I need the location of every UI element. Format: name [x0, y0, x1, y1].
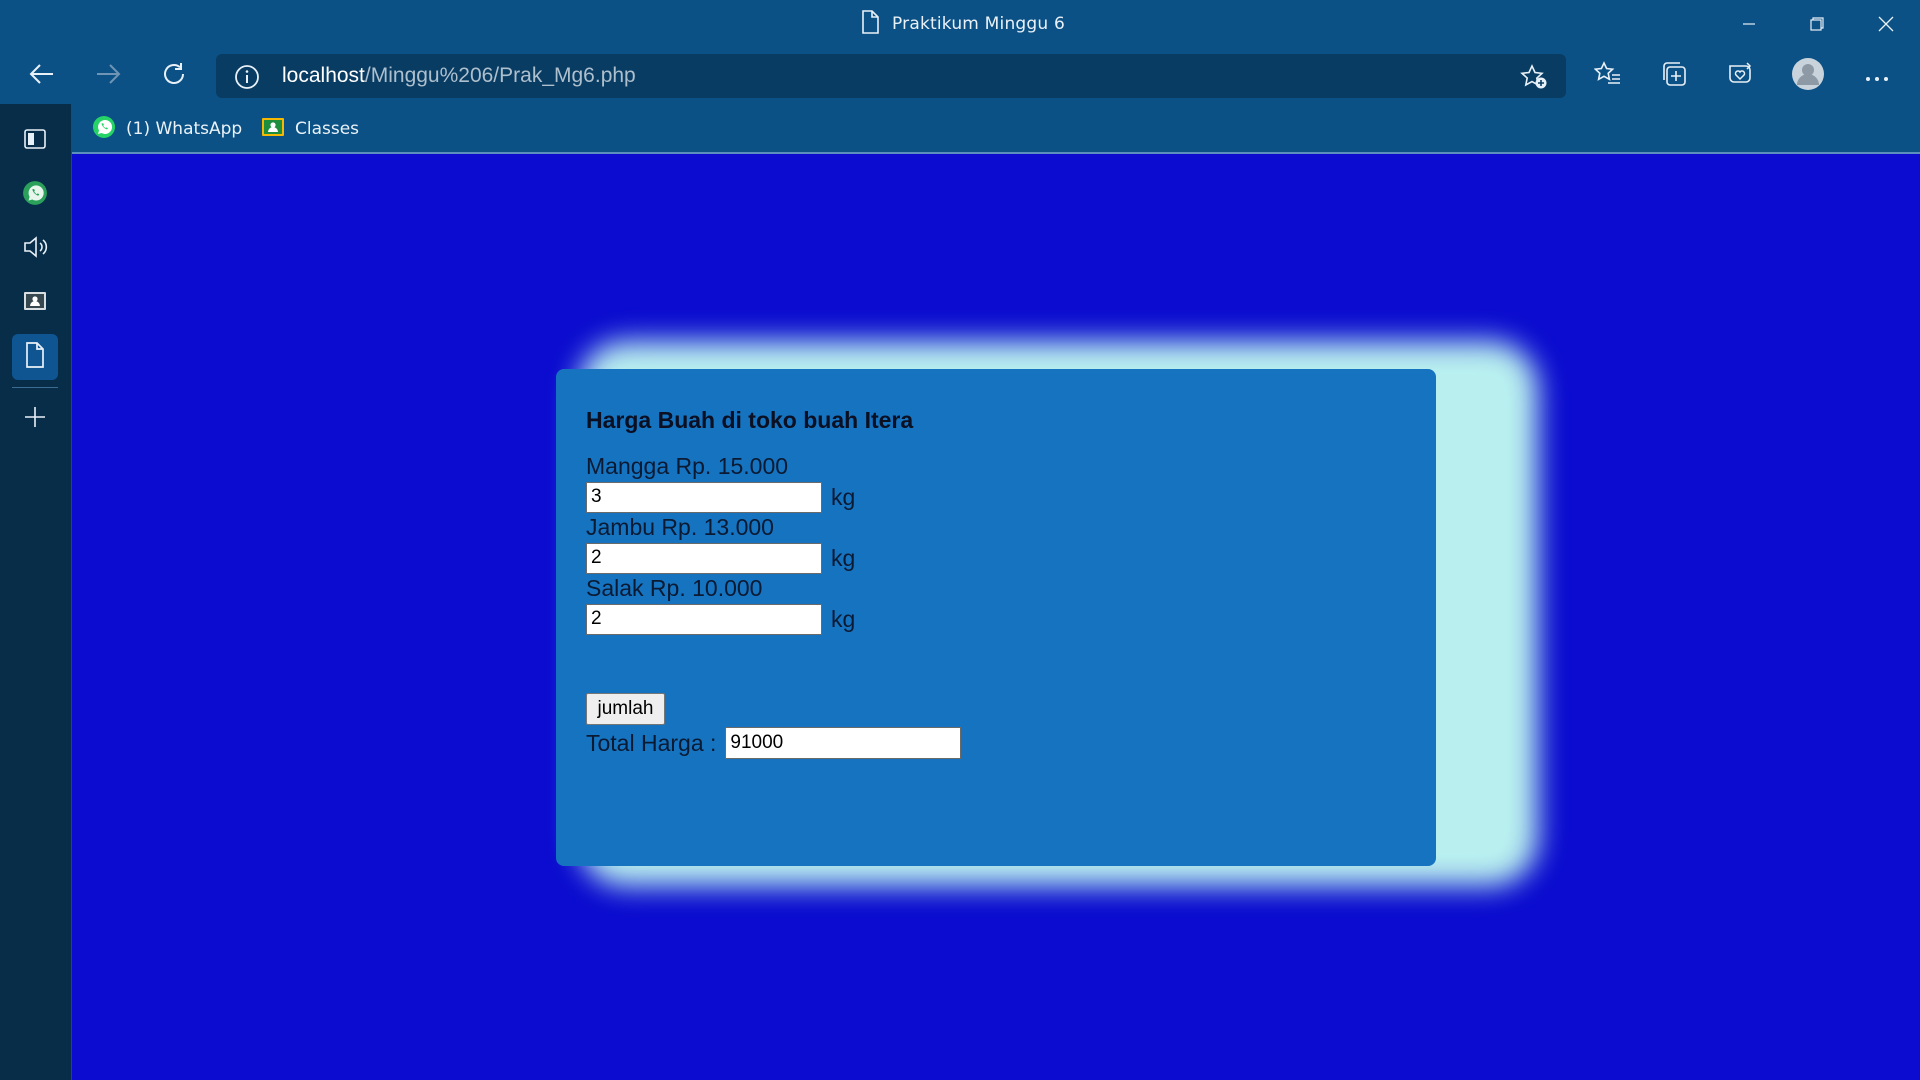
- sidebar: [0, 104, 72, 1080]
- fruit-label-mangga: Mangga Rp. 15.000: [586, 453, 789, 479]
- forward-arrow-icon: [95, 63, 121, 89]
- browser-toolbar: localhost/Minggu%206/Prak_Mg6.php: [0, 48, 1920, 104]
- fruit-label-salak: Salak Rp. 10.000: [586, 575, 763, 601]
- favorites-button[interactable]: [1586, 56, 1630, 96]
- close-icon: [1878, 16, 1894, 32]
- tab-actions-icon: [23, 127, 47, 155]
- whatsapp-icon: [92, 115, 116, 144]
- more-icon: [1865, 67, 1889, 86]
- window-title: Praktikum Minggu 6: [860, 10, 1065, 38]
- qty-input-salak[interactable]: [586, 603, 822, 635]
- address-bar[interactable]: localhost/Minggu%206/Prak_Mg6.php: [216, 54, 1566, 98]
- speaker-icon: [22, 234, 48, 264]
- jumlah-button[interactable]: jumlah: [586, 693, 665, 725]
- refresh-icon: [161, 61, 187, 91]
- title-bar: Praktikum Minggu 6: [0, 0, 1920, 48]
- url-text[interactable]: localhost/Minggu%206/Prak_Mg6.php: [282, 64, 636, 88]
- sidebar-divider: [12, 387, 58, 388]
- document-icon: [24, 342, 46, 372]
- heart-shield-icon: [1726, 60, 1754, 92]
- fruit-label-jambu: Jambu Rp. 13.000: [586, 514, 774, 540]
- forward-button[interactable]: [88, 56, 128, 96]
- add-favorite-icon[interactable]: [1520, 64, 1548, 94]
- url-host: localhost: [282, 64, 365, 87]
- qty-input-mangga[interactable]: [586, 481, 822, 513]
- classroom-icon: [23, 290, 47, 316]
- avatar: [1791, 57, 1825, 95]
- fruit-row-jambu: kg: [586, 542, 1406, 574]
- sidebar-item-speaker[interactable]: [12, 226, 58, 272]
- bookmarks-bar: (1) WhatsApp Classes: [72, 104, 1920, 154]
- bookmark-whatsapp[interactable]: (1) WhatsApp: [92, 115, 243, 144]
- unit-label: kg: [831, 483, 856, 510]
- restore-icon: [1809, 17, 1824, 31]
- settings-menu-button[interactable]: [1855, 56, 1899, 96]
- form-heading: Harga Buah di toko buah Itera: [586, 407, 914, 433]
- fruit-row-mangga: kg: [586, 481, 1406, 513]
- url-path: /Minggu%206/Prak_Mg6.php: [364, 64, 636, 87]
- sidebar-item-tab-actions[interactable]: [12, 118, 58, 164]
- favorites-icon: [1593, 61, 1622, 91]
- window-title-text: Praktikum Minggu 6: [892, 14, 1065, 34]
- unit-label: kg: [831, 544, 856, 571]
- total-row: Total Harga :: [586, 727, 1406, 759]
- bookmark-classes[interactable]: Classes: [261, 116, 359, 142]
- form-spacer: [586, 635, 1406, 693]
- collections-button[interactable]: [1652, 56, 1696, 96]
- page-content: Harga Buah di toko buah Itera Mangga Rp.…: [73, 156, 1920, 1080]
- info-icon[interactable]: [234, 64, 260, 94]
- bookmark-label: (1) WhatsApp: [126, 119, 243, 139]
- restore-button[interactable]: [1782, 0, 1851, 48]
- close-button[interactable]: [1851, 0, 1920, 48]
- total-label: Total Harga :: [586, 729, 717, 756]
- back-arrow-icon: [29, 63, 55, 89]
- bookmark-label: Classes: [295, 119, 360, 139]
- add-icon: [23, 405, 47, 433]
- sidebar-item-add[interactable]: [12, 396, 58, 442]
- price-form-card: Harga Buah di toko buah Itera Mangga Rp.…: [556, 369, 1436, 866]
- browser-essentials-button[interactable]: [1718, 56, 1762, 96]
- sidebar-item-classroom[interactable]: [12, 280, 58, 326]
- refresh-button[interactable]: [154, 56, 194, 96]
- unit-label: kg: [831, 605, 856, 632]
- minimize-icon: [1742, 17, 1756, 31]
- back-button[interactable]: [22, 56, 62, 96]
- whatsapp-icon: [22, 180, 48, 210]
- collections-icon: [1660, 60, 1688, 92]
- fruit-row-salak: kg: [586, 603, 1406, 635]
- minimize-button[interactable]: [1714, 0, 1783, 48]
- sidebar-item-whatsapp[interactable]: [12, 172, 58, 218]
- page-icon: [860, 10, 880, 38]
- total-output[interactable]: [725, 727, 962, 759]
- qty-input-jambu[interactable]: [586, 542, 822, 574]
- classroom-icon: [261, 116, 285, 143]
- sidebar-item-document[interactable]: [12, 334, 58, 380]
- profile-button[interactable]: [1786, 56, 1830, 96]
